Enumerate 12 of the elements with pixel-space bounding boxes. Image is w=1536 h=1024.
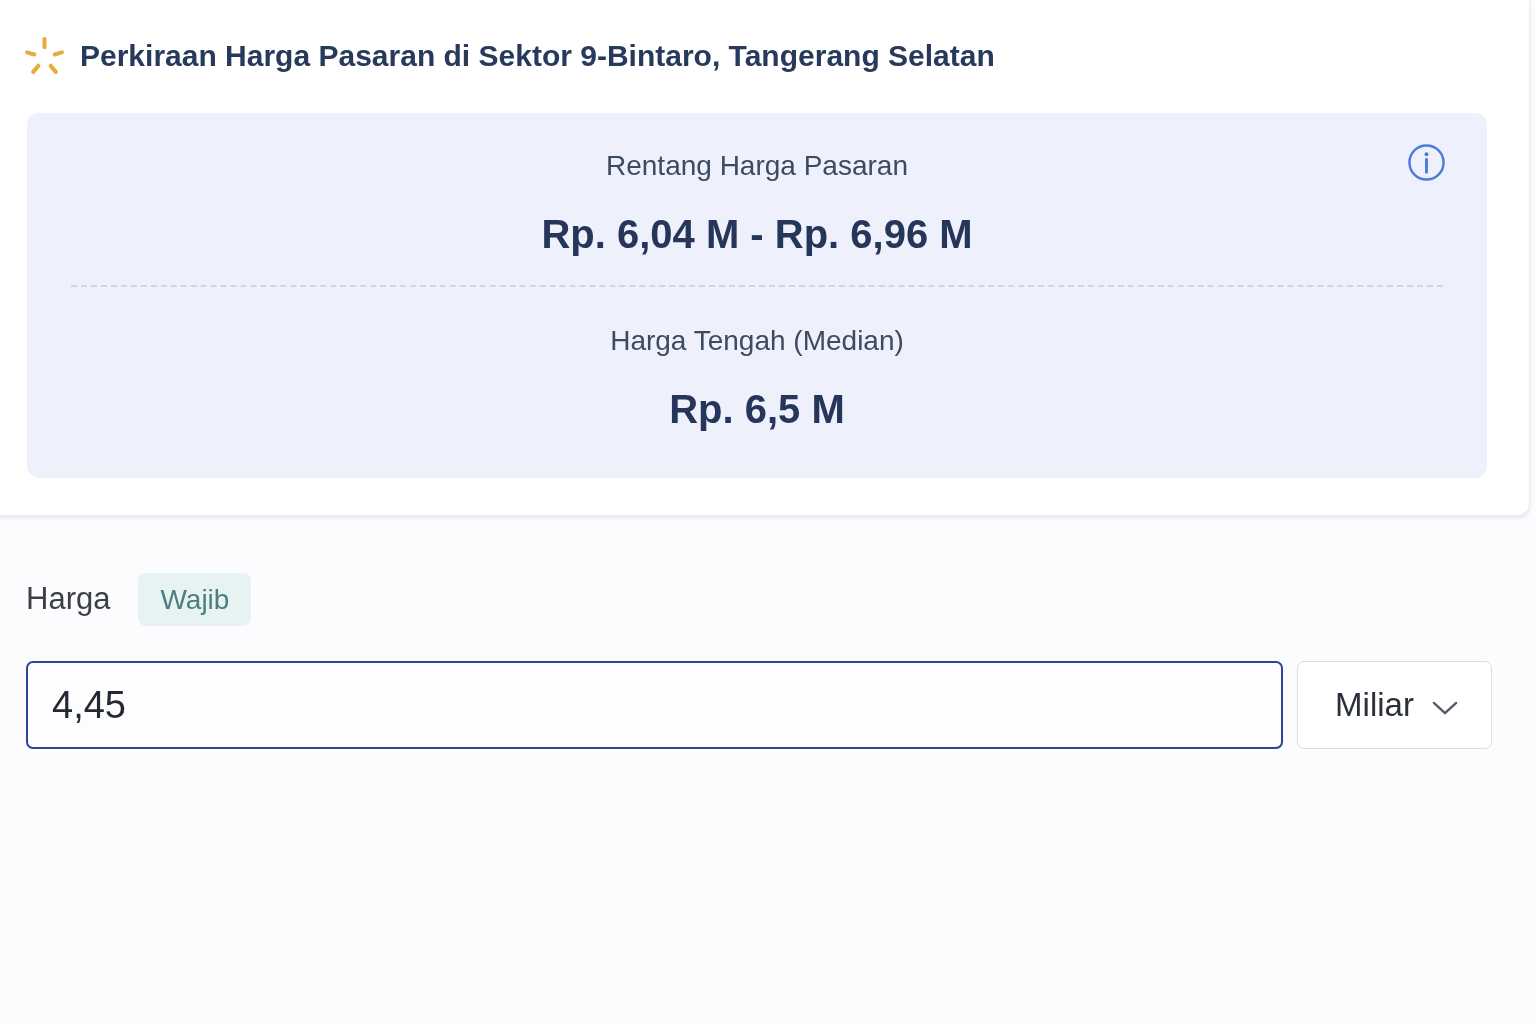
estimate-value: Rp. 6,04 M - Rp. 6,96 M bbox=[541, 211, 973, 257]
sparkle-icon bbox=[24, 35, 65, 77]
card-title: Perkiraan Harga Pasaran di Sektor 9-Bintaro, Tangerang Selatan bbox=[80, 38, 995, 74]
info-icon[interactable] bbox=[1407, 143, 1446, 182]
estimate-label: Rentang Harga Pasaran bbox=[606, 149, 908, 183]
chevron-down-icon bbox=[1431, 700, 1458, 716]
unit-dropdown[interactable]: Miliar bbox=[1297, 661, 1492, 749]
field-label: Harga bbox=[26, 580, 111, 618]
estimate-label: Harga Tengah (Median) bbox=[610, 324, 904, 358]
price-input[interactable]: 4,45 bbox=[26, 661, 1283, 749]
estimate-value: Rp. 6,5 M bbox=[669, 386, 845, 432]
required-tag: Wajib bbox=[138, 572, 252, 626]
